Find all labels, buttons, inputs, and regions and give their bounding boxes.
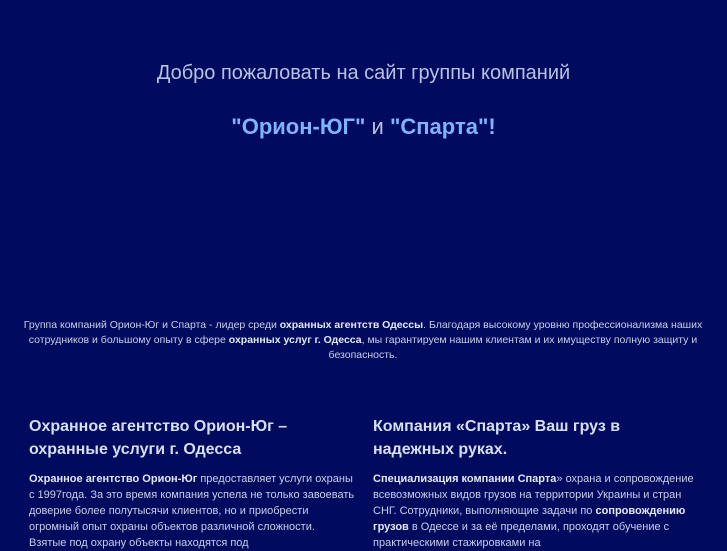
welcome-heading: Добро пожаловать на сайт группы компаний bbox=[156, 62, 571, 84]
sparta-title: Компания «Спарта» Ваш груз в надежных ру… bbox=[373, 418, 621, 458]
intro-bold-security-agencies: охранных агентств Одессы bbox=[279, 319, 424, 331]
intro-paragraph: Группа компаний Орион-Юг и Спарта - лиде… bbox=[18, 318, 708, 363]
orion-description: Охранное агентство Орион-Юг предоставляе… bbox=[29, 471, 355, 551]
sparta-bold-specialization: Специализация компании Спарта bbox=[373, 473, 557, 485]
orion-title: Охранное агентство Орион-Юг – охранные у… bbox=[29, 418, 288, 458]
brands-exclamation: ! bbox=[488, 114, 496, 139]
intro-bold-security-services: охранных услуг г. Одесса bbox=[228, 334, 362, 346]
sparta-description: Специализация компании Спарта» охрана и … bbox=[373, 471, 703, 551]
intro-text-3: , мы гарантируем нашим клиентам и их иму… bbox=[328, 334, 698, 361]
orion-column: Охранное агентство Орион-Юг – охранные у… bbox=[29, 415, 355, 551]
sparta-column: Компания «Спарта» Ваш груз в надежных ру… bbox=[373, 415, 703, 551]
brands-conjunction: и bbox=[365, 114, 390, 139]
brands-heading: "Орион-ЮГ" и "Спарта"! bbox=[0, 114, 727, 140]
brand-sparta: "Спарта" bbox=[389, 114, 489, 139]
brand-orion: "Орион-ЮГ" bbox=[231, 114, 366, 139]
intro-text-1: Группа компаний Орион-Юг и Спарта - лиде… bbox=[23, 319, 280, 331]
orion-bold-name: Охранное агентство Орион-Юг bbox=[29, 473, 198, 485]
